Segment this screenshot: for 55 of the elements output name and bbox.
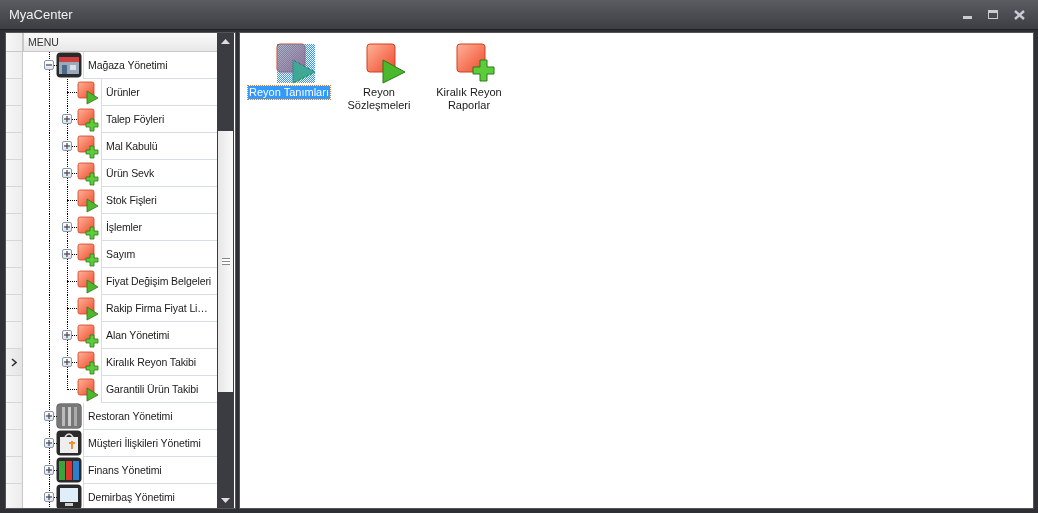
- scrollbar-thumb[interactable]: [218, 131, 233, 392]
- tree-item[interactable]: Restoran Yönetimi: [88, 410, 173, 422]
- tree-item[interactable]: Alan Yönetimi: [106, 329, 170, 341]
- tree-item[interactable]: Mal Kabulü: [106, 140, 158, 152]
- window-title: MyaCenter: [9, 7, 73, 22]
- expand-button[interactable]: [44, 492, 54, 502]
- tile-label[interactable]: Reyon Sözleşmeleri: [336, 86, 422, 112]
- tree-item[interactable]: Fiyat Değişim Belgeleri: [106, 275, 212, 287]
- tree-item[interactable]: Müşteri İlişkileri Yönetimi: [88, 437, 201, 449]
- play-icon[interactable]: [365, 42, 407, 84]
- monitor-icon: [56, 484, 82, 508]
- down-arrow-icon: [221, 497, 230, 503]
- expand-button[interactable]: [62, 114, 72, 124]
- expand-button[interactable]: [62, 330, 72, 340]
- tree-item[interactable]: Mağaza Yönetimi: [88, 59, 168, 71]
- play-icon: [77, 81, 99, 105]
- current-row-icon: [11, 357, 17, 367]
- add-icon: [77, 243, 99, 267]
- expand-button[interactable]: [62, 168, 72, 178]
- collapse-button[interactable]: [44, 60, 54, 70]
- tree-item[interactable]: Sayım: [106, 248, 136, 260]
- expand-button[interactable]: [44, 465, 54, 475]
- expand-button[interactable]: [62, 357, 72, 367]
- up-arrow-icon: [221, 38, 230, 44]
- tile-label[interactable]: Kiralık Reyon Raporlar: [426, 86, 512, 112]
- tree-item[interactable]: Ürünler: [106, 86, 140, 98]
- tree-item[interactable]: Demirbaş Yönetimi: [88, 491, 175, 503]
- expand-button[interactable]: [44, 438, 54, 448]
- play-icon: [77, 270, 99, 294]
- expand-button[interactable]: [44, 411, 54, 421]
- tree-item[interactable]: Stok Fişleri: [106, 194, 157, 206]
- tree-item[interactable]: Talep Föyleri: [106, 113, 165, 125]
- binders-icon: [56, 457, 82, 483]
- tree-item[interactable]: Finans Yönetimi: [88, 464, 162, 476]
- add-icon: [77, 162, 99, 186]
- add-icon[interactable]: [455, 42, 497, 84]
- play-icon: [77, 378, 99, 402]
- expand-button[interactable]: [62, 222, 72, 232]
- tree-item[interactable]: Ürün Sevk: [106, 167, 155, 179]
- add-icon: [77, 108, 99, 132]
- row-header[interactable]: [6, 349, 23, 376]
- expand-button[interactable]: [62, 249, 72, 259]
- tree-item[interactable]: Rakip Firma Fiyat Li…: [106, 302, 208, 314]
- add-icon: [77, 135, 99, 159]
- tree-item[interactable]: Garantili Ürün Takibi: [106, 383, 199, 395]
- add-icon: [77, 216, 99, 240]
- close-icon: [1013, 9, 1025, 20]
- add-icon: [77, 324, 99, 348]
- play-icon: [77, 189, 99, 213]
- tree-item[interactable]: Kiralık Reyon Takibi: [106, 356, 196, 368]
- play-icon[interactable]: [275, 42, 317, 84]
- tree-item[interactable]: İşlemler: [106, 221, 142, 233]
- play-icon: [77, 297, 99, 321]
- add-icon: [77, 351, 99, 375]
- expand-button[interactable]: [62, 141, 72, 151]
